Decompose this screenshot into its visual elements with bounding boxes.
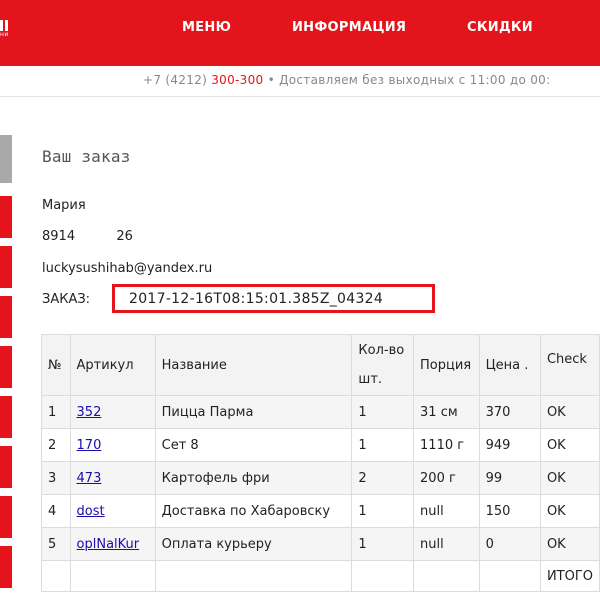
col-header-name: Название	[154, 334, 353, 396]
order-label: ЗАКАЗ:	[42, 292, 91, 307]
side-tab[interactable]	[0, 246, 12, 288]
header-divider	[0, 96, 600, 97]
cell-check: OK	[539, 428, 600, 462]
phone-number[interactable]: 300-300	[211, 73, 263, 87]
table-row: 5 oplNalKur Оплата курьеру 1 null 0 OK	[41, 527, 600, 561]
col-header-portion: Порция	[413, 334, 480, 396]
cell-number: 5	[41, 527, 71, 561]
cell-sku: 352	[69, 395, 156, 429]
cell-number: 4	[41, 494, 71, 528]
side-tab[interactable]	[0, 496, 12, 538]
cell-price: 370	[478, 395, 541, 429]
order-id: 2017-12-16T08:15:01.385Z_04324	[129, 291, 384, 307]
side-tab[interactable]	[0, 396, 12, 438]
cell-qty: 2	[351, 461, 415, 495]
side-tab-gray[interactable]	[0, 135, 12, 183]
table-total-row: ИТОГО	[41, 560, 600, 592]
table-header-row: № Артикул Название Кол-во шт. Порция Цен…	[41, 334, 600, 396]
side-tab[interactable]	[0, 296, 12, 338]
cell-price: 0	[478, 527, 541, 561]
nav-menu[interactable]: МЕНЮ	[182, 20, 231, 35]
cell-name: Сет 8	[154, 428, 353, 462]
cell-sku: dost	[69, 494, 156, 528]
table-row: 1 352 Пицца Парма 1 31 см 370 OK	[41, 395, 600, 429]
cell-sku: oplNalKur	[69, 527, 156, 561]
customer-email: luckysushihab@yandex.ru	[42, 261, 213, 276]
table-row: 4 dost Доставка по Хабаровску 1 null 150…	[41, 494, 600, 528]
sku-link[interactable]: 170	[77, 438, 102, 453]
side-tab[interactable]	[0, 446, 12, 488]
phone-prefix: +7 (4212)	[143, 73, 212, 87]
cell-qty: 1	[351, 494, 415, 528]
total-label: ИТОГО	[539, 560, 600, 592]
delivery-hours: • Доставляем без выходных с 11:00 до 00:	[263, 73, 551, 87]
col-header-number: №	[41, 334, 71, 396]
table-row: 3 473 Картофель фри 2 200 г 99 OK	[41, 461, 600, 495]
cell-check: OK	[539, 494, 600, 528]
nav-discounts[interactable]: СКИДКИ	[467, 20, 533, 35]
cell-portion: 1110 г	[413, 428, 480, 462]
nav-info[interactable]: ИНФОРМАЦИЯ	[292, 20, 406, 35]
sku-link[interactable]: 473	[77, 471, 102, 486]
cell-qty: 1	[351, 527, 415, 561]
cell-qty: 1	[351, 395, 415, 429]
cell-empty	[154, 560, 353, 592]
customer-name: Мария	[42, 198, 86, 213]
page-title: Ваш заказ	[42, 147, 131, 166]
cell-price: 949	[478, 428, 541, 462]
cell-sku: 170	[69, 428, 156, 462]
sku-link[interactable]: 352	[77, 405, 102, 420]
logo-subtitle: ни	[0, 31, 9, 38]
col-header-price: Цена .	[478, 334, 541, 396]
cell-empty	[69, 560, 156, 592]
col-header-check: Check	[539, 334, 600, 396]
cell-check: OK	[539, 527, 600, 561]
cell-portion: 200 г	[413, 461, 480, 495]
cell-number: 2	[41, 428, 71, 462]
side-tab[interactable]	[0, 346, 12, 388]
cell-check: OK	[539, 461, 600, 495]
cell-number: 3	[41, 461, 71, 495]
table-row: 2 170 Сет 8 1 1110 г 949 OK	[41, 428, 600, 462]
cell-portion: null	[413, 527, 480, 561]
cell-price: 150	[478, 494, 541, 528]
side-tab[interactable]	[0, 546, 12, 588]
cell-portion: 31 см	[413, 395, 480, 429]
cell-qty: 1	[351, 428, 415, 462]
top-navbar: ни МЕНЮ ИНФОРМАЦИЯ СКИДКИ	[0, 0, 600, 66]
cell-price: 99	[478, 461, 541, 495]
cell-empty	[41, 560, 71, 592]
cell-number: 1	[41, 395, 71, 429]
cell-name: Оплата курьеру	[154, 527, 353, 561]
cell-name: Доставка по Хабаровску	[154, 494, 353, 528]
customer-phone: 8914 26	[42, 229, 133, 244]
cell-empty	[478, 560, 541, 592]
cell-name: Картофель фри	[154, 461, 353, 495]
col-header-sku: Артикул	[69, 334, 156, 396]
sku-link[interactable]: oplNalKur	[77, 537, 140, 552]
cell-empty	[413, 560, 480, 592]
cell-name: Пицца Парма	[154, 395, 353, 429]
cell-check: OK	[539, 395, 600, 429]
cell-sku: 473	[69, 461, 156, 495]
cell-portion: null	[413, 494, 480, 528]
sku-link[interactable]: dost	[77, 504, 105, 519]
side-tab[interactable]	[0, 196, 12, 238]
cell-empty	[351, 560, 415, 592]
col-header-qty: Кол-во шт.	[351, 334, 415, 396]
order-table: № Артикул Название Кол-во шт. Порция Цен…	[41, 334, 600, 592]
contact-line: +7 (4212) 300-300 • Доставляем без выход…	[143, 73, 550, 87]
